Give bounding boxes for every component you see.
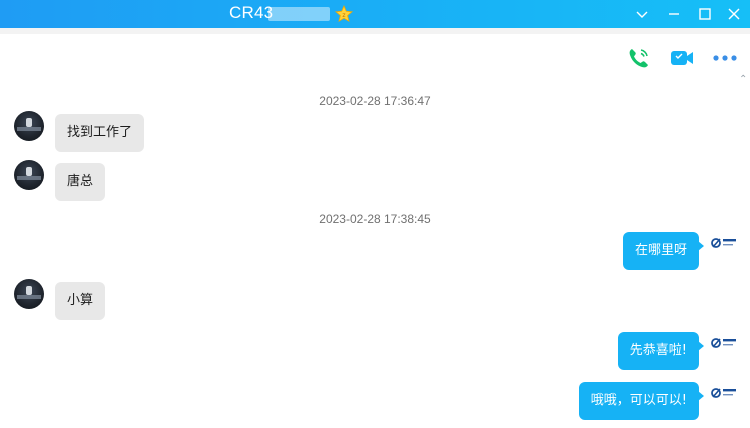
avatar[interactable] xyxy=(14,279,44,309)
message-bubble-outgoing: 在哪里呀 xyxy=(622,232,705,270)
title-bar-shadow xyxy=(0,28,750,34)
company-logo-icon[interactable] xyxy=(711,336,739,350)
message-bubble-outgoing: 先恭喜啦! xyxy=(617,332,705,370)
message-timestamp: 2023-02-28 17:36:47 xyxy=(319,94,431,108)
message-bubble-incoming: 找到工作了 xyxy=(55,114,145,152)
avatar[interactable] xyxy=(14,111,44,141)
phone-icon[interactable] xyxy=(625,44,653,72)
close-icon[interactable] xyxy=(724,4,744,24)
title-bar: CR43 z xyxy=(0,0,750,28)
message-bubble-incoming: 唐总 xyxy=(55,163,106,201)
more-icon[interactable] xyxy=(711,44,739,72)
scroll-indicator-icon[interactable]: ⌃ xyxy=(739,74,747,85)
message-bubble-incoming: 小算 xyxy=(55,282,106,320)
redacted-name xyxy=(268,7,330,21)
video-call-icon[interactable] xyxy=(668,44,696,72)
svg-text:z: z xyxy=(342,12,345,19)
maximize-icon[interactable] xyxy=(695,4,715,24)
message-bubble-outgoing: 哦哦，可以可以! xyxy=(578,382,705,420)
avatar[interactable] xyxy=(14,160,44,190)
minimize-icon[interactable] xyxy=(664,4,684,24)
company-logo-icon[interactable] xyxy=(711,236,739,250)
company-logo-icon[interactable] xyxy=(711,386,739,400)
message-timestamp: 2023-02-28 17:38:45 xyxy=(319,212,431,226)
chevron-down-icon[interactable] xyxy=(632,4,652,24)
vip-star-icon: z xyxy=(335,5,353,23)
chat-title: CR43 xyxy=(229,3,274,22)
